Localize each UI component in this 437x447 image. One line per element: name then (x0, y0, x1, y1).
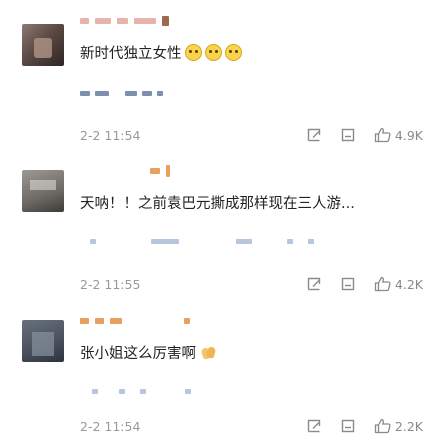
like-count: 4.2K (394, 276, 423, 292)
reply-button[interactable] (306, 127, 322, 143)
reply-icon (307, 277, 321, 291)
avatar[interactable] (22, 170, 64, 212)
avatar[interactable] (22, 320, 64, 362)
like-button[interactable]: 4.2K (374, 276, 423, 292)
like-count: 4.9K (394, 127, 423, 143)
username-blurred[interactable] (80, 165, 170, 177)
comment-text-content: 张小姐这么厉害啊 (80, 346, 196, 362)
like-button[interactable]: 4.9K (374, 127, 423, 143)
reply-preview-blurred[interactable] (80, 90, 163, 96)
grinning-face-emoji (184, 44, 202, 61)
thumbs-up-icon (374, 276, 391, 292)
comment-meta: 2-2 11:54 2.2K (80, 416, 423, 436)
comment-time: 2-2 11:55 (80, 276, 141, 292)
comment-time: 2-2 11:54 (80, 127, 141, 143)
comment-text-content: 新时代独立女性 (80, 46, 182, 62)
share-button[interactable] (340, 127, 356, 143)
reply-button[interactable] (306, 418, 322, 434)
reply-preview-blurred[interactable] (80, 238, 314, 244)
thumbs-up-icon (374, 127, 391, 143)
username-blurred[interactable] (80, 16, 169, 26)
like-count: 2.2K (394, 418, 423, 434)
clapping-hands-emoji (200, 346, 216, 360)
comment-meta: 2-2 11:54 4.9K (80, 125, 423, 145)
like-button[interactable]: 2.2K (374, 418, 423, 434)
grinning-face-emoji (204, 44, 222, 61)
share-icon (341, 419, 355, 433)
share-icon (341, 128, 355, 142)
comment-text: 张小姐这么厉害啊 (80, 344, 421, 364)
grinning-face-emoji (224, 44, 242, 61)
share-icon (341, 277, 355, 291)
comment-text-content: 天呐！！之前袁巴元撕成那样现在三人游... (80, 196, 355, 212)
comment-item: 天呐！！之前袁巴元撕成那样现在三人游... 2-2 11:55 4.2K (0, 150, 437, 300)
share-button[interactable] (340, 276, 356, 292)
username-blurred[interactable] (80, 316, 190, 326)
reply-preview-blurred[interactable] (80, 388, 191, 394)
comment-meta: 2-2 11:55 4.2K (80, 274, 423, 294)
avatar[interactable] (22, 24, 64, 66)
share-button[interactable] (340, 418, 356, 434)
comment-text: 天呐！！之前袁巴元撕成那样现在三人游... (80, 194, 421, 214)
comment-item: 张小姐这么厉害啊 2-2 11:54 2.2K (0, 300, 437, 447)
comment-text: 新时代独立女性 (80, 44, 421, 64)
thumbs-up-icon (374, 418, 391, 434)
comment-item: 新时代独立女性 2-2 11:54 4.9K (0, 0, 437, 150)
reply-icon (307, 419, 321, 433)
comment-time: 2-2 11:54 (80, 418, 141, 434)
reply-button[interactable] (306, 276, 322, 292)
reply-icon (307, 128, 321, 142)
